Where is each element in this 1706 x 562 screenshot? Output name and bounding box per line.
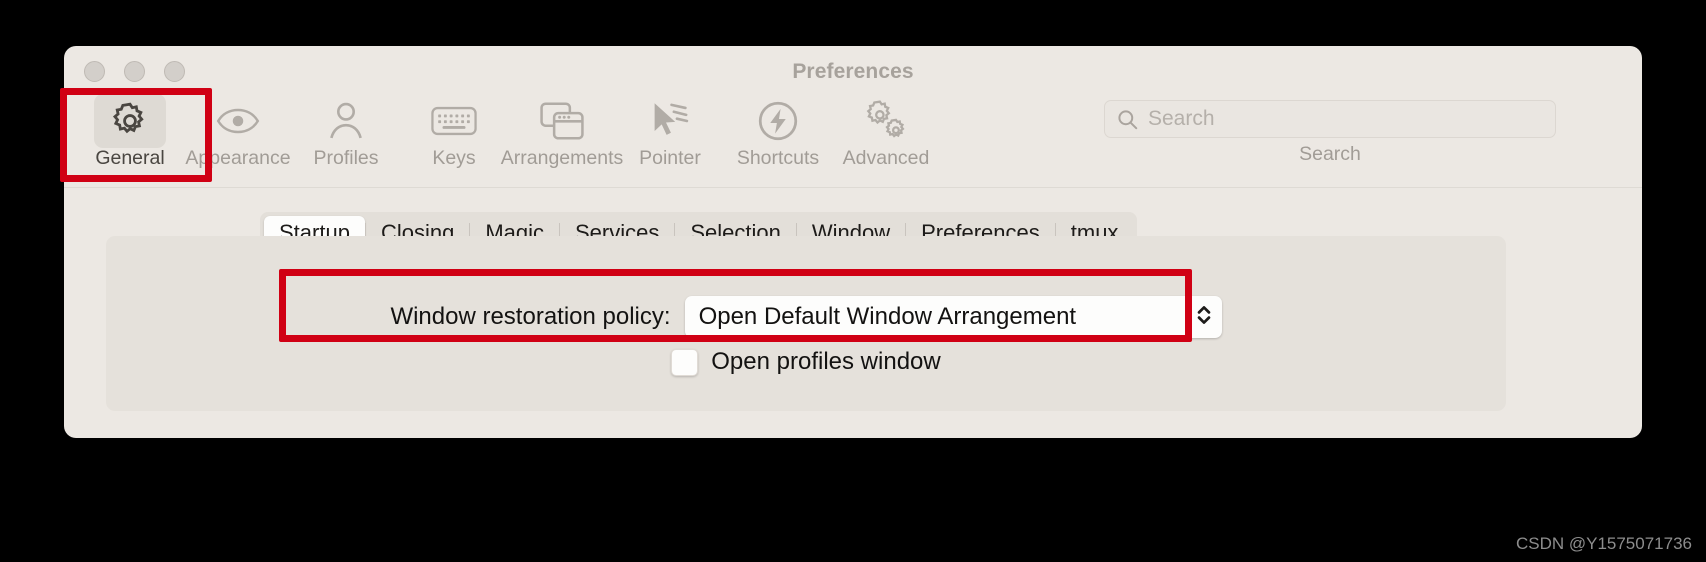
open-profiles-row: Open profiles window: [106, 348, 1506, 376]
cursor-icon: [650, 101, 690, 141]
window-restoration-policy-select[interactable]: Open Default Window Arrangement: [684, 296, 1222, 338]
toolbar-divider: [64, 187, 1642, 188]
toolbar-item-label: Keys: [432, 147, 476, 169]
toolbar-item-profiles[interactable]: Profiles: [292, 90, 400, 170]
toolbar-item-label: General: [95, 147, 165, 169]
watermark-text: CSDN @Y1575071736: [1515, 534, 1692, 553]
toolbar-item-appearance[interactable]: Appearance: [184, 90, 292, 170]
preferences-window: Preferences General Appearance Profiles …: [64, 46, 1642, 438]
window-restoration-policy-label: Window restoration policy:: [390, 303, 671, 330]
toolbar-item-label: Shortcuts: [736, 147, 820, 169]
window-restoration-policy-value: Open Default Window Arrangement: [698, 303, 1077, 330]
gear-icon: [109, 100, 151, 142]
eye-icon: [216, 106, 260, 136]
search-icon: [1117, 109, 1138, 130]
toolbar-item-pointer[interactable]: Pointer: [616, 90, 724, 170]
double-gear-icon: [863, 99, 909, 143]
search-label: Search: [1299, 143, 1361, 165]
toolbar-item-arrangements[interactable]: Arrangements: [501, 90, 623, 170]
bolt-circle-icon: [757, 100, 799, 142]
open-profiles-checkbox[interactable]: [671, 348, 699, 376]
toolbar-item-label: Advanced: [842, 147, 930, 169]
search-input[interactable]: Search: [1104, 100, 1556, 138]
search-placeholder: Search: [1148, 107, 1215, 130]
keyboard-icon: [431, 104, 477, 138]
search-area: Search Search: [1104, 100, 1556, 166]
toolbar-item-keys[interactable]: Keys: [400, 90, 508, 170]
toolbar-item-advanced[interactable]: Advanced: [832, 90, 940, 170]
chevron-up-down-icon: [1196, 302, 1212, 333]
window-restoration-policy-row: Window restoration policy: Open Default …: [106, 296, 1506, 338]
toolbar-item-label: Arrangements: [500, 147, 624, 169]
toolbar-item-label: Pointer: [639, 147, 701, 169]
window-title: Preferences: [792, 60, 914, 83]
windows-icon: [540, 102, 584, 140]
toolbar-item-label: Profiles: [313, 147, 379, 169]
open-profiles-label: Open profiles window: [711, 348, 941, 375]
toolbar-item-general[interactable]: General: [76, 90, 184, 170]
toolbar-item-label: Appearance: [185, 147, 291, 169]
toolbar-item-shortcuts[interactable]: Shortcuts: [724, 90, 832, 170]
startup-settings-panel: Window restoration policy: Open Default …: [106, 236, 1506, 411]
person-icon: [327, 101, 365, 141]
